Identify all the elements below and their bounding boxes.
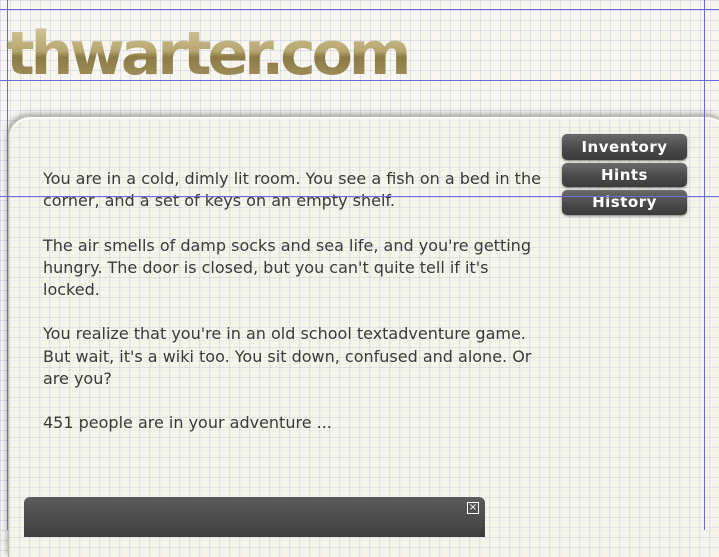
site-logo[interactable]: thwarter.com <box>6 24 411 84</box>
history-button[interactable]: History <box>562 190 687 215</box>
story-text: You are in a cold, dimly lit room. You s… <box>43 168 543 457</box>
hints-button[interactable]: Hints <box>562 163 687 187</box>
inventory-button[interactable]: Inventory <box>562 134 687 160</box>
player-count: 451 people are in your adventure ... <box>43 413 332 433</box>
side-menu: Inventory Hints History <box>562 134 687 218</box>
story-paragraph: You realize that you're in an old school… <box>43 324 532 389</box>
story-paragraph: The air smells of damp socks and sea lif… <box>43 235 531 300</box>
chat-panel: × <box>24 497 485 537</box>
story-paragraph: You are in a cold, dimly lit room. You s… <box>43 169 541 211</box>
close-icon[interactable]: × <box>467 502 479 514</box>
guide-line <box>0 9 719 10</box>
